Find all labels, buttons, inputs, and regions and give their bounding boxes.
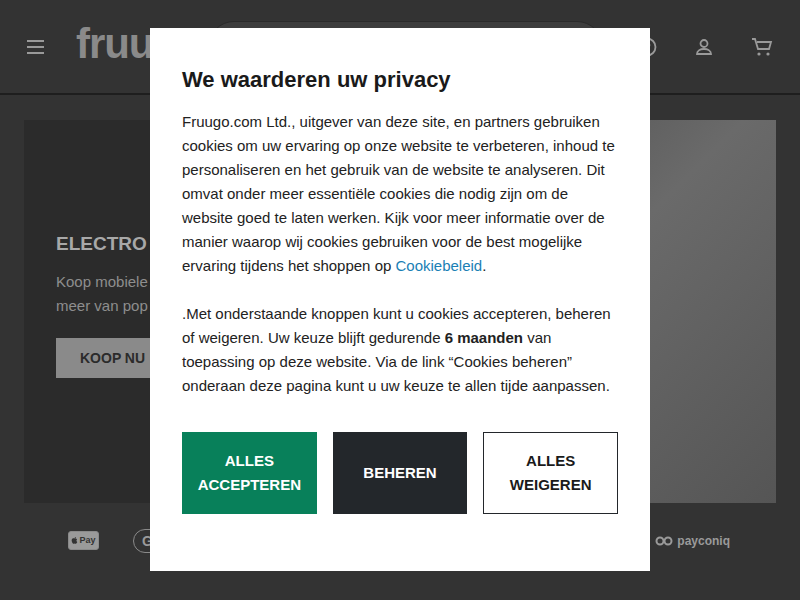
cookie-policy-link[interactable]: Cookiebeleid [395, 257, 482, 274]
payconiq-logo: payconiq [655, 535, 730, 547]
dialog-text: Fruugo.com Ltd., uitgever van deze site,… [182, 110, 618, 278]
dialog-text: .Met onderstaande knoppen kunt u cookies… [182, 302, 618, 398]
cart-icon[interactable] [751, 37, 773, 57]
cookie-primary-button[interactable]: ALLES ACCEPTEREN [182, 432, 317, 514]
apple-icon [71, 536, 78, 545]
cookie-outline-button[interactable]: ALLES WEIGEREN [483, 432, 618, 514]
account-icon[interactable] [694, 37, 714, 57]
payconiq-icon [655, 536, 673, 546]
cookie-dark-button[interactable]: BEHEREN [333, 432, 468, 514]
dialog-title: We waarderen uw privacy [182, 66, 618, 94]
apple-pay-logo: Pay [68, 531, 99, 550]
cookie-dialog: We waarderen uw privacy Fruugo.com Ltd.,… [150, 28, 650, 571]
menu-icon[interactable] [26, 37, 46, 57]
